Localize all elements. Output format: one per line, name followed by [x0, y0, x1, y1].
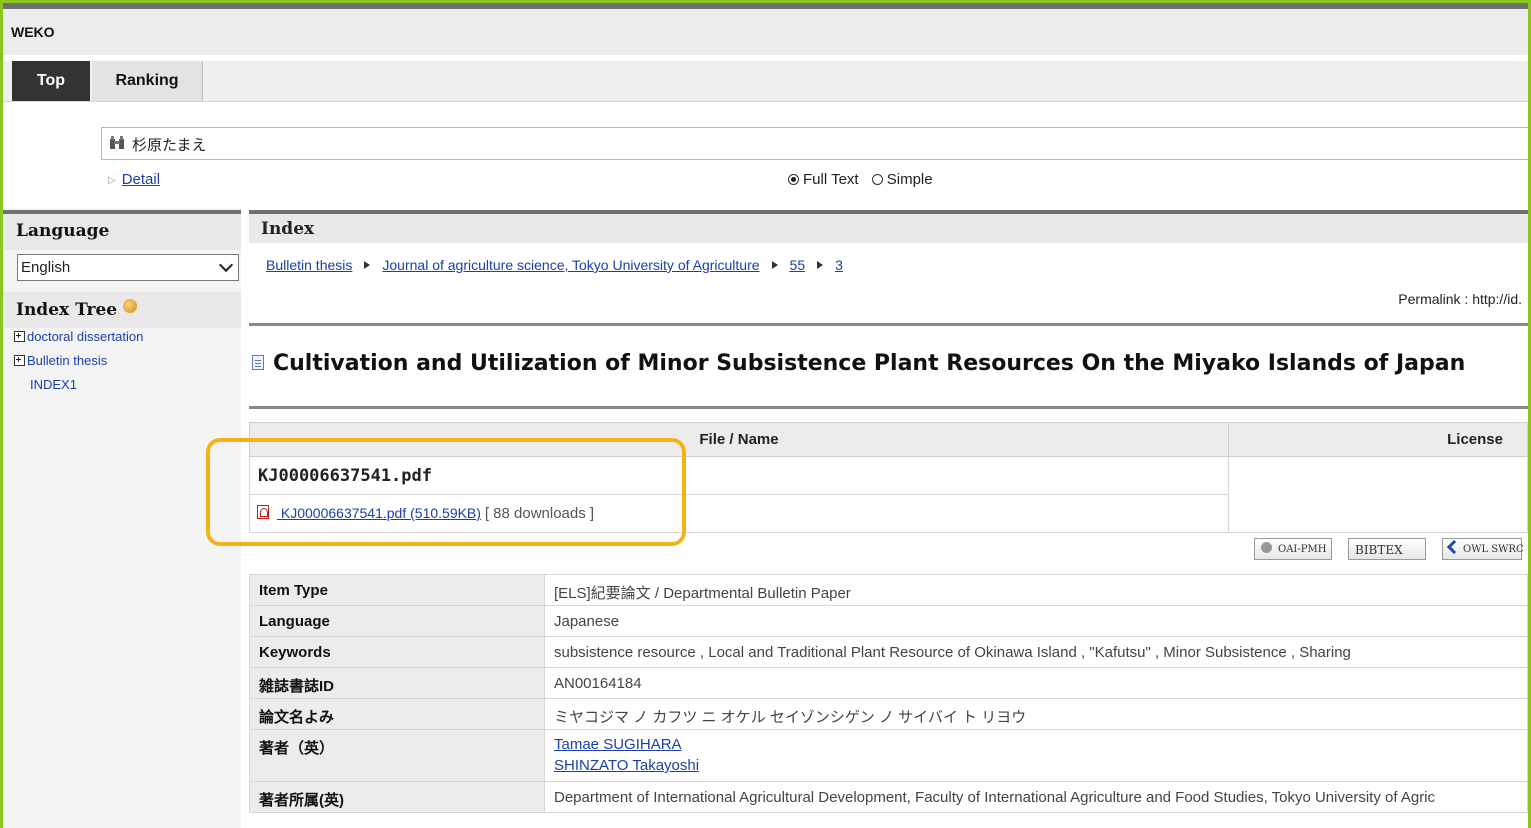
binoculars-icon [110, 136, 124, 149]
meta-key: 著者所属(英) [249, 781, 545, 813]
permalink: Permalink : http://id. [1398, 291, 1522, 307]
export-badges: OAI-PMH BIBTEX OWL SWRC [1254, 538, 1531, 560]
index-tree-label: Index Tree [16, 300, 118, 320]
top-header: WEKO [3, 3, 1528, 55]
table-row: Keywords subsistence resource , Local and… [249, 636, 1528, 668]
expand-plus-icon[interactable] [14, 355, 25, 366]
radio-simple-label: Simple [886, 171, 933, 188]
chevron-down-icon [218, 257, 234, 273]
divider [249, 323, 1528, 326]
search-mode: Full Text Simple [788, 171, 933, 188]
oai-label: OAI-PMH [1278, 544, 1327, 555]
index-tree-header: Index Tree [3, 292, 241, 328]
tree-item-doctoral-dissertation[interactable]: doctoral dissertation [14, 329, 143, 344]
expand-arrow-icon: ▷ [108, 175, 116, 186]
breadcrumb-issue[interactable]: 3 [835, 257, 843, 273]
tree-item-index1[interactable]: INDEX1 [30, 377, 77, 392]
detail-search: ▷ Detail [108, 171, 160, 188]
index-header: Index [249, 210, 1528, 243]
search-input[interactable]: 杉原たまえ [101, 127, 1531, 160]
breadcrumb-arrow-icon [771, 261, 778, 269]
page-title: Cultivation and Utilization of Minor Sub… [252, 351, 1465, 376]
divider [249, 406, 1528, 409]
breadcrumb-volume[interactable]: 55 [790, 257, 806, 273]
search-value: 杉原たまえ [132, 136, 207, 154]
radio-full-text[interactable] [788, 174, 799, 185]
table-row: Item Type [ELS]紀要論文 / Departmental Bullet… [249, 574, 1528, 606]
table-row: 著者（英） Tamae SUGIHARA SHINZATO Takayoshi [249, 729, 1528, 782]
meta-value: ミヤコジマ ノ カフツ ニ オケル セイゾンシゲン ノ サイバイ ト リヨウ [544, 698, 1528, 730]
tree-item-label: doctoral dissertation [27, 329, 144, 344]
bibtex-button[interactable]: BIBTEX [1348, 538, 1426, 560]
radio-simple[interactable] [871, 174, 883, 185]
oai-icon [1261, 542, 1272, 553]
radio-full-text-label: Full Text [803, 171, 859, 188]
nav-bar: Top Ranking [3, 61, 1528, 102]
meta-value: subsistence resource , Local and Traditi… [544, 636, 1528, 668]
tree-item-label: Bulletin thesis [27, 353, 108, 368]
owl-swrc-button[interactable]: OWL SWRC [1442, 538, 1524, 560]
col-license: License [1228, 422, 1528, 457]
share-icon [1446, 539, 1462, 555]
meta-key: 論文名よみ [249, 698, 545, 730]
meta-value: [ELS]紀要論文 / Departmental Bulletin Paper [544, 574, 1528, 606]
affiliation-value: Department of International Agricultural… [544, 781, 1528, 813]
highlight-annotation [206, 438, 686, 546]
breadcrumb-arrow-icon [817, 261, 824, 269]
table-row: 論文名よみ ミヤコジマ ノ カフツ ニ オケル セイゾンシゲン ノ サイバイ ト … [249, 698, 1528, 730]
meta-value: Japanese [544, 605, 1528, 637]
breadcrumb: Bulletin thesis Journal of agriculture sc… [266, 257, 843, 273]
tree-status-icon [123, 299, 138, 313]
author-link[interactable]: Tamae SUGIHARA [554, 736, 682, 753]
table-row: 雑誌書誌ID AN00164184 [249, 667, 1528, 699]
metadata-table: Item Type [ELS]紀要論文 / Departmental Bullet… [249, 574, 1528, 813]
expand-plus-icon[interactable] [14, 331, 25, 342]
detail-link[interactable]: Detail [122, 171, 160, 188]
page-title-text: Cultivation and Utilization of Minor Sub… [273, 351, 1466, 376]
document-icon [252, 355, 264, 370]
language-header: Language [3, 210, 241, 250]
table-row: 著者所属(英) Department of International Agric… [249, 781, 1528, 813]
meta-key: 著者（英） [249, 729, 545, 782]
breadcrumb-bulletin-thesis[interactable]: Bulletin thesis [266, 257, 352, 273]
language-select[interactable]: English [17, 254, 239, 281]
owl-label: OWL SWRC [1463, 544, 1524, 555]
tree-item-bulletin-thesis[interactable]: Bulletin thesis [14, 353, 107, 368]
author-link[interactable]: SHINZATO Takayoshi [554, 757, 699, 774]
table-row: Language Japanese [249, 605, 1528, 637]
tab-top[interactable]: Top [12, 61, 90, 101]
meta-key: Item Type [249, 574, 545, 606]
tab-ranking[interactable]: Ranking [92, 61, 203, 101]
breadcrumb-journal[interactable]: Journal of agriculture science, Tokyo Un… [382, 257, 759, 273]
app-title: WEKO [11, 24, 55, 40]
breadcrumb-arrow-icon [364, 261, 371, 269]
meta-value: AN00164184 [544, 667, 1528, 699]
license-cell [1228, 456, 1528, 533]
meta-key: 雑誌書誌ID [249, 667, 545, 699]
authors-cell: Tamae SUGIHARA SHINZATO Takayoshi [544, 729, 1528, 782]
language-select-value: English [21, 259, 71, 276]
oai-pmh-button[interactable]: OAI-PMH [1254, 538, 1332, 560]
meta-key: Keywords [249, 636, 545, 668]
meta-key: Language [249, 605, 545, 637]
